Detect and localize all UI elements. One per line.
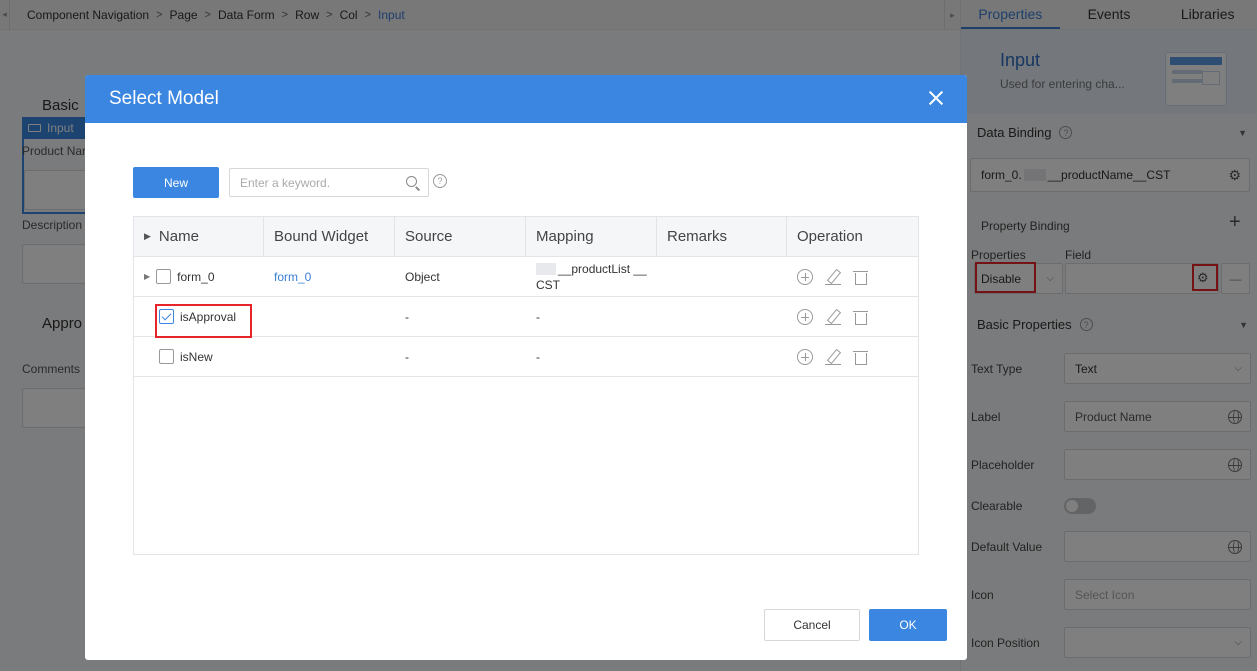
- ok-button[interactable]: OK: [869, 609, 947, 641]
- column-label: Name: [158, 228, 199, 245]
- edit-icon[interactable]: [825, 349, 841, 365]
- dialog-title: Select Model: [109, 88, 219, 109]
- select-model-dialog: Select Model New ? ▶ Name Bound Widget So…: [85, 75, 967, 660]
- source-cell: -: [405, 349, 409, 364]
- help-icon[interactable]: ?: [433, 174, 447, 188]
- column-header-operation: Operation: [797, 228, 863, 245]
- edit-icon[interactable]: [825, 269, 841, 285]
- add-icon[interactable]: [797, 308, 813, 325]
- row-checkbox[interactable]: [159, 349, 174, 364]
- source-cell: -: [405, 309, 409, 324]
- search-icon[interactable]: [406, 176, 417, 187]
- bound-widget-cell: [264, 337, 395, 376]
- bound-widget-link[interactable]: form_0: [274, 270, 311, 284]
- model-table: ▶ Name Bound Widget Source Mapping Remark…: [133, 216, 919, 555]
- remarks-cell: [657, 337, 787, 376]
- highlight-box: [155, 304, 252, 338]
- table-row: isNew - -: [134, 337, 918, 377]
- dialog-header: Select Model: [85, 75, 967, 123]
- operation-cell: [787, 257, 918, 296]
- expand-arrow-icon[interactable]: ▶: [144, 231, 151, 242]
- table-header: ▶ Name Bound Widget Source Mapping Remark…: [134, 217, 918, 257]
- edit-icon[interactable]: [825, 309, 841, 325]
- cancel-button[interactable]: Cancel: [764, 609, 860, 641]
- mapping-cell: -: [536, 309, 540, 324]
- bound-widget-cell: form_0: [264, 257, 395, 296]
- remarks-cell: [657, 297, 787, 336]
- column-header-name[interactable]: ▶ Name: [134, 217, 264, 256]
- mapping-line: __productList __: [558, 261, 647, 276]
- new-button[interactable]: New: [133, 167, 219, 198]
- mapping-line: CST: [536, 277, 560, 292]
- add-icon[interactable]: [797, 268, 813, 285]
- delete-icon[interactable]: [853, 309, 869, 325]
- source-cell: Object: [405, 269, 440, 284]
- row-name: form_0: [177, 269, 215, 284]
- search-input[interactable]: [229, 168, 429, 197]
- remarks-cell: [657, 257, 787, 296]
- name-cell: isNew: [134, 337, 264, 376]
- delete-icon[interactable]: [853, 269, 869, 285]
- mapping-cell: -: [536, 349, 540, 364]
- close-icon[interactable]: [927, 89, 945, 107]
- mapping-cell: __productList __ CST: [526, 257, 657, 296]
- column-header-mapping: Mapping: [526, 217, 657, 256]
- redacted-block: [536, 263, 556, 276]
- row-checkbox[interactable]: [156, 269, 172, 284]
- expand-arrow-icon[interactable]: ▶: [144, 272, 150, 281]
- bound-widget-cell: [264, 297, 395, 336]
- column-header-remarks: Remarks: [657, 217, 787, 256]
- column-header-bound-widget: Bound Widget: [264, 217, 395, 256]
- column-header-source: Source: [395, 217, 526, 256]
- add-icon[interactable]: [797, 348, 813, 365]
- delete-icon[interactable]: [853, 349, 869, 365]
- row-name: isNew: [180, 349, 213, 364]
- operation-cell: [787, 297, 918, 336]
- name-cell: ▶ form_0: [134, 257, 264, 296]
- table-row: ▶ form_0 form_0 Object __productList __ …: [134, 257, 918, 297]
- operation-cell: [787, 337, 918, 376]
